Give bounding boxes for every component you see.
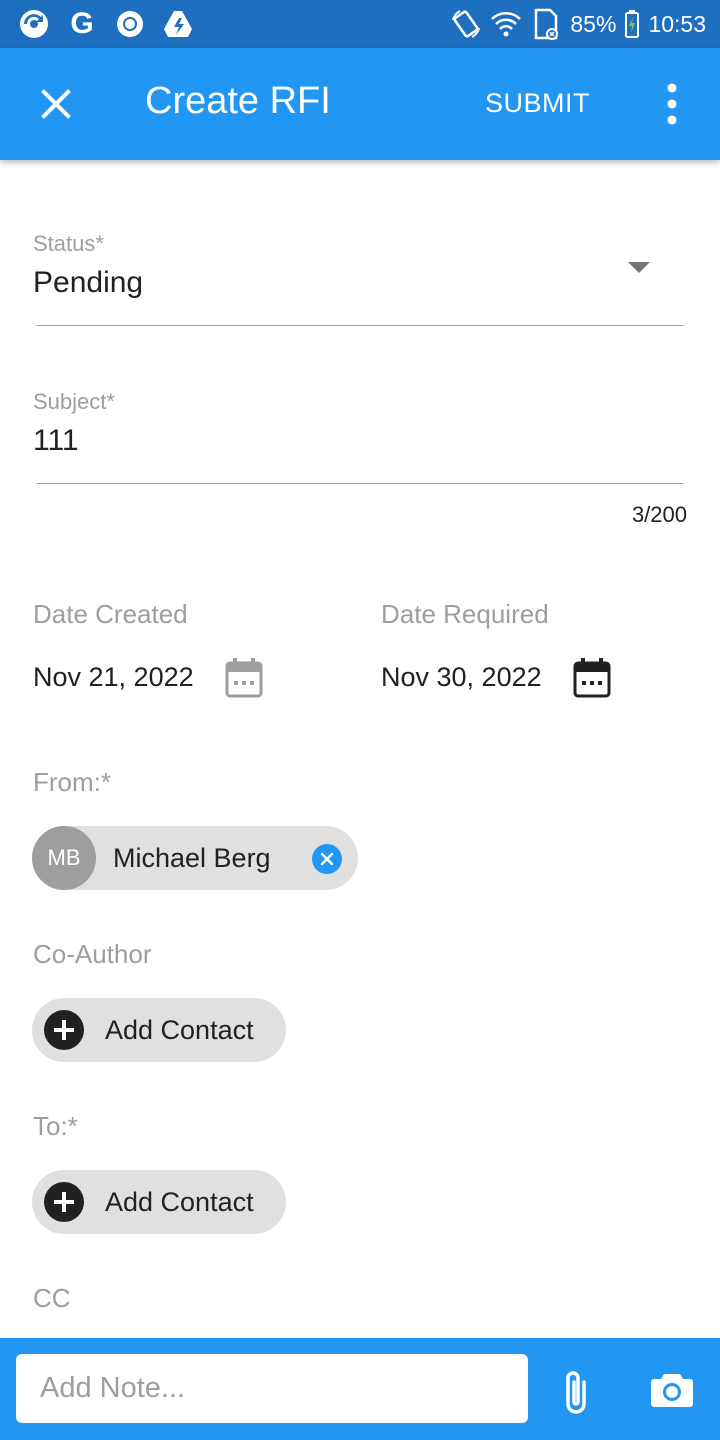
calendar-icon-required[interactable] <box>572 657 612 699</box>
paperclip-icon[interactable] <box>558 1368 594 1418</box>
subject-counter: 3/200 <box>631 502 687 527</box>
status-bar: G 85% 10:53 <box>0 0 720 48</box>
status-label: Status* <box>33 231 104 256</box>
to-label: To:* <box>33 1111 78 1141</box>
battery-icon <box>624 8 640 40</box>
more-vert-icon[interactable] <box>650 78 694 130</box>
contact-name: Michael Berg <box>113 842 271 873</box>
add-icon <box>44 1182 84 1222</box>
clock: 10:53 <box>648 10 706 37</box>
close-icon[interactable] <box>28 76 84 132</box>
subject-underline <box>37 483 683 484</box>
add-contact-label: Add Contact <box>105 1186 254 1217</box>
add-co-author-button[interactable]: Add Contact <box>32 998 286 1062</box>
date-required-label: Date Required <box>381 599 549 629</box>
bottom-note-bar <box>0 1338 720 1440</box>
google-icon: G <box>70 7 94 40</box>
add-contact-label: Add Contact <box>105 1014 254 1045</box>
app-icon <box>18 8 50 40</box>
add-to-contact-button[interactable]: Add Contact <box>32 1170 286 1234</box>
page-title: Create RFI <box>145 80 331 122</box>
subject-label: Subject* <box>33 389 115 414</box>
avatar: MB <box>32 826 96 890</box>
wifi-icon <box>490 8 522 40</box>
chrome-icon <box>114 8 146 40</box>
date-created-label: Date Created <box>33 599 188 629</box>
app-bar: Create RFI SUBMIT <box>0 48 720 160</box>
submit-button[interactable]: SUBMIT <box>485 88 590 119</box>
dropdown-arrow-icon[interactable] <box>628 262 650 273</box>
status-underline <box>37 325 683 326</box>
drive-icon <box>162 8 194 40</box>
battery-percent: 85% <box>570 10 617 37</box>
status-value[interactable]: Pending <box>33 266 143 300</box>
from-label: From:* <box>33 767 111 797</box>
date-created-value: Nov 21, 2022 <box>33 662 194 692</box>
cc-label: CC <box>33 1283 71 1313</box>
add-note-input[interactable] <box>16 1354 528 1423</box>
sim-icon <box>530 8 562 40</box>
calendar-icon-created <box>224 657 264 699</box>
date-required-value[interactable]: Nov 30, 2022 <box>381 662 542 693</box>
subject-input[interactable]: 111 <box>33 424 79 458</box>
rotate-icon <box>450 8 482 40</box>
camera-icon[interactable] <box>650 1370 694 1408</box>
remove-contact-icon[interactable] <box>312 844 342 874</box>
co-author-label: Co-Author <box>33 939 152 969</box>
add-icon <box>44 1010 84 1050</box>
from-contact-chip[interactable]: MB Michael Berg <box>32 826 358 890</box>
